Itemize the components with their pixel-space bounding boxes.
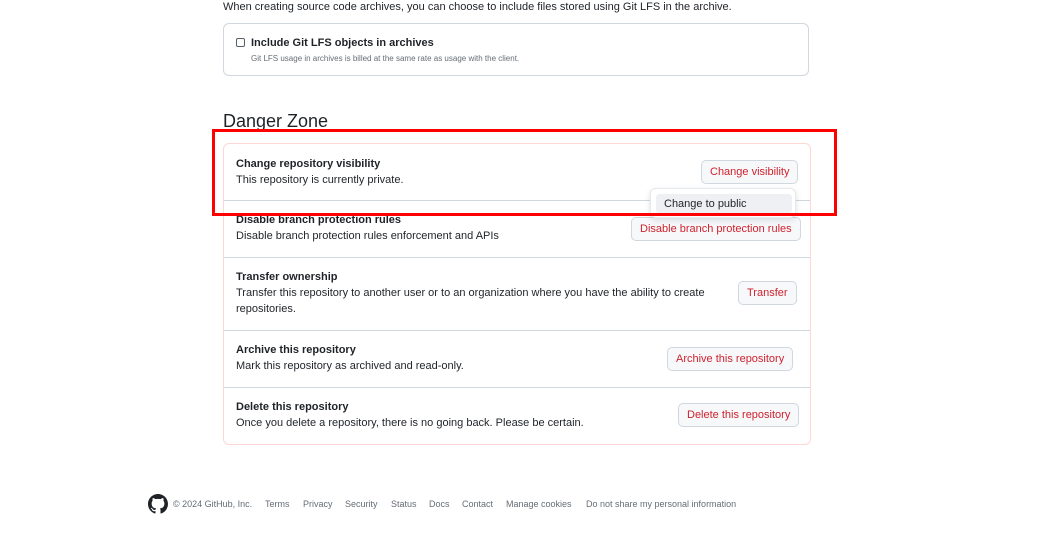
transfer-button[interactable]: Transfer	[738, 281, 797, 305]
transfer-desc: Transfer this repository to another user…	[236, 287, 705, 315]
footer-link-do-not-share[interactable]: Do not share my personal information	[586, 499, 736, 509]
disable-branch-protection-button[interactable]: Disable branch protection rules	[631, 217, 801, 241]
delete-row: Delete this repository Once you delete a…	[224, 387, 810, 444]
delete-button[interactable]: Delete this repository	[678, 403, 800, 427]
danger-zone-title: Danger Zone	[223, 111, 329, 131]
visibility-title: Change repository visibility	[236, 158, 381, 170]
lfs-checkbox[interactable]	[236, 38, 245, 47]
lfs-note: Git LFS usage in archives is billed at t…	[251, 54, 520, 63]
visibility-desc: This repository is currently private.	[236, 174, 404, 186]
archive-row: Archive this repository Mark this reposi…	[224, 330, 810, 388]
footer-link-manage-cookies[interactable]: Manage cookies	[506, 499, 572, 509]
archive-title: Archive this repository	[236, 344, 356, 356]
footer-link-terms[interactable]: Terms	[265, 499, 290, 509]
lfs-checkbox-label[interactable]: Include Git LFS objects in archives	[251, 37, 434, 49]
footer-copyright: © 2024 GitHub, Inc.	[173, 499, 253, 509]
lfs-settings-box: Include Git LFS objects in archives Git …	[223, 23, 809, 76]
branch-protection-title: Disable branch protection rules	[236, 214, 402, 226]
github-logo-icon[interactable]	[148, 494, 168, 514]
footer-link-status[interactable]: Status	[391, 499, 417, 509]
lfs-intro-text: When creating source code archives, you …	[223, 1, 732, 13]
footer-link-security[interactable]: Security	[345, 499, 378, 509]
delete-desc: Once you delete a repository, there is n…	[236, 417, 584, 429]
footer-link-docs[interactable]: Docs	[429, 499, 450, 509]
transfer-row: Transfer ownership Transfer this reposit…	[224, 257, 810, 331]
transfer-title: Transfer ownership	[236, 271, 338, 283]
change-visibility-button[interactable]: Change visibility	[701, 160, 799, 184]
footer-link-contact[interactable]: Contact	[462, 499, 493, 509]
archive-desc: Mark this repository as archived and rea…	[236, 360, 464, 372]
footer-link-privacy[interactable]: Privacy	[303, 499, 333, 509]
change-to-public-item[interactable]: Change to public	[656, 194, 792, 214]
branch-protection-desc: Disable branch protection rules enforcem…	[236, 230, 499, 242]
delete-title: Delete this repository	[236, 401, 349, 413]
archive-button[interactable]: Archive this repository	[667, 347, 794, 371]
visibility-dropdown-menu: Change to public	[650, 188, 796, 218]
